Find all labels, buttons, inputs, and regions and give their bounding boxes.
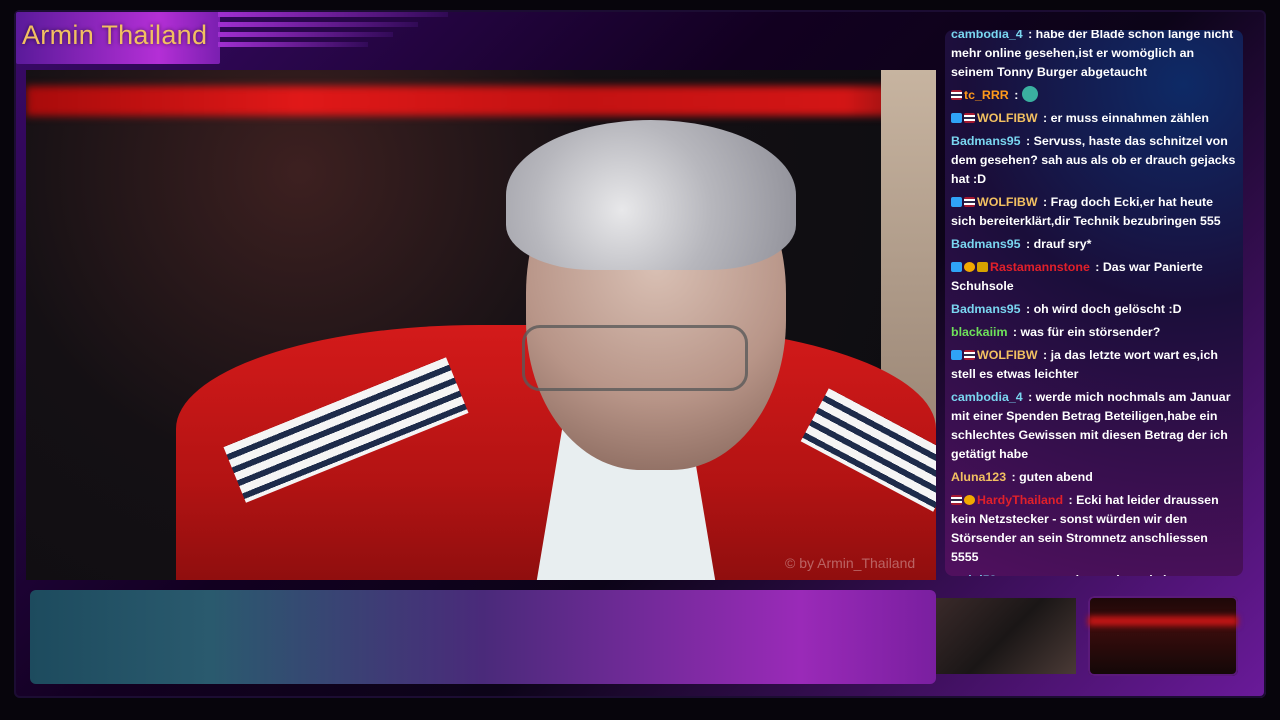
bits-badge-icon	[964, 262, 975, 272]
chat-username[interactable]: wolpi58	[951, 573, 996, 576]
flag-icon	[964, 113, 975, 123]
chat-message: Badmans95 : Servuss, haste das schnitzel…	[951, 132, 1237, 189]
flag-icon	[964, 350, 975, 360]
separator: :	[1022, 302, 1034, 316]
chat-message: Rastamannstone : Das war Panierte Schuhs…	[951, 258, 1237, 296]
separator: :	[1039, 111, 1051, 125]
chat-text: oh wird doch gelöscht :D	[1033, 302, 1182, 316]
prime-badge-icon	[951, 262, 962, 272]
separator: :	[1022, 237, 1034, 251]
chat-panel[interactable]: cambodia_4 : habe der Bladé schon lange …	[945, 30, 1243, 576]
chat-username[interactable]: blackaiim	[951, 325, 1007, 339]
chat-message: Badmans95 : oh wird doch gelöscht :D	[951, 300, 1237, 319]
chat-text: was für ein störsender?	[1020, 325, 1161, 339]
separator: :	[1010, 88, 1022, 102]
chat-message: cambodia_4 : habe der Bladé schon lange …	[951, 30, 1237, 82]
separator: :	[1039, 195, 1051, 209]
chat-message: cambodia_4 : werde mich nochmals am Janu…	[951, 388, 1237, 464]
chat-message: wolpi58 : servus armin, mods und chat	[951, 571, 1237, 576]
separator: :	[1008, 470, 1020, 484]
separator: :	[1022, 134, 1034, 148]
flag-icon	[964, 197, 975, 207]
chat-username[interactable]: Badmans95	[951, 237, 1021, 251]
chat-text: servus armin, mods und chat	[1009, 573, 1181, 576]
separator: :	[998, 573, 1009, 576]
chat-username[interactable]: HardyThailand	[977, 493, 1063, 507]
chat-message: Aluna123 : guten abend	[951, 468, 1237, 487]
channel-title: Armin Thailand	[22, 20, 208, 50]
chat-text: er muss einnahmen zählen	[1050, 111, 1209, 125]
chat-username[interactable]: tc_RRR	[964, 88, 1009, 102]
chat-message: tc_RRR :	[951, 86, 1237, 105]
prime-badge-icon	[951, 350, 962, 360]
chat-username[interactable]: Badmans95	[951, 134, 1021, 148]
prime-badge-icon	[951, 113, 962, 123]
separator: :	[1024, 30, 1036, 41]
chat-username[interactable]: Aluna123	[951, 470, 1006, 484]
flag-icon	[951, 90, 962, 100]
chat-username[interactable]: cambodia_4	[951, 30, 1023, 41]
bits-badge-icon	[964, 495, 975, 505]
separator: :	[1009, 325, 1021, 339]
chat-message: WOLFIBW : ja das letzte wort wart es,ich…	[951, 346, 1237, 384]
chat-text: drauf sry*	[1033, 237, 1092, 251]
room-camera-thumbnail	[936, 598, 1076, 674]
emote-icon	[1021, 86, 1038, 102]
flag-icon	[951, 495, 962, 505]
separator: :	[1039, 348, 1051, 362]
bottom-banner	[30, 590, 936, 684]
chat-message: Badmans95 : drauf sry*	[951, 235, 1237, 254]
chat-username[interactable]: WOLFIBW	[977, 111, 1038, 125]
webcam-video	[26, 70, 936, 580]
chat-message: blackaiim : was für ein störsender?	[951, 323, 1237, 342]
chat-username[interactable]: Badmans95	[951, 302, 1021, 316]
chat-message: HardyThailand : Ecki hat leider draussen…	[951, 491, 1237, 567]
red-camera-thumbnail	[1088, 596, 1238, 676]
glasses	[522, 325, 748, 391]
prime-badge-icon	[951, 197, 962, 207]
chat-message: WOLFIBW : Frag doch Ecki,er hat heute si…	[951, 193, 1237, 231]
decor-lines	[218, 12, 458, 64]
chat-username[interactable]: WOLFIBW	[977, 348, 1038, 362]
red-light-strip	[26, 86, 936, 116]
chat-username[interactable]: cambodia_4	[951, 390, 1023, 404]
chat-username[interactable]: Rastamannstone	[990, 260, 1090, 274]
streamer-hair	[506, 120, 796, 270]
chat-text: guten abend	[1019, 470, 1093, 484]
separator: :	[1024, 390, 1036, 404]
watermark: © by Armin_Thailand	[785, 555, 916, 571]
chat-username[interactable]: WOLFIBW	[977, 195, 1038, 209]
separator: :	[1091, 260, 1103, 274]
chat-message: WOLFIBW : er muss einnahmen zählen	[951, 109, 1237, 128]
separator: :	[1065, 493, 1077, 507]
crown-badge-icon	[977, 262, 988, 272]
